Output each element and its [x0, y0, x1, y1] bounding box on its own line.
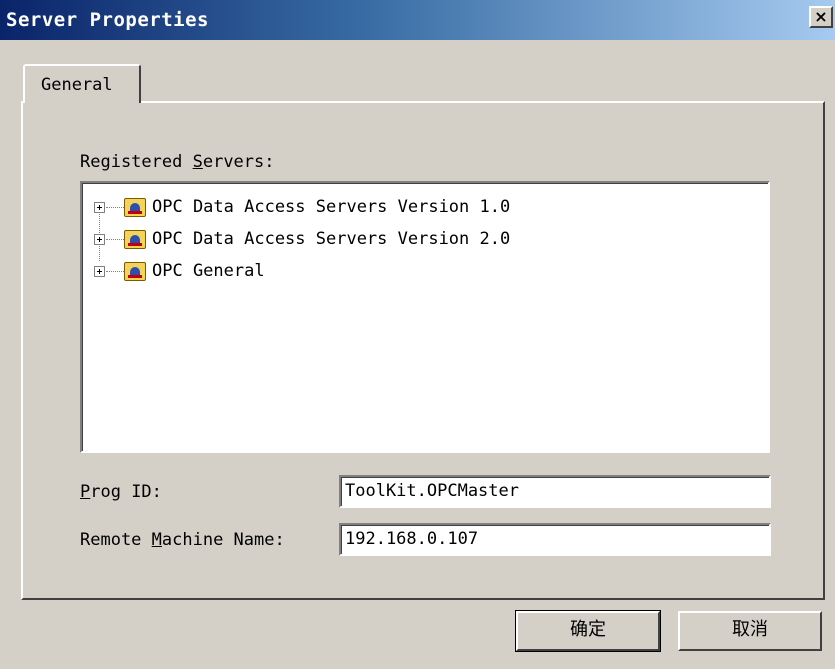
tree-dotted-line: [106, 207, 124, 208]
tree-item-label: OPC Data Access Servers Version 1.0: [152, 197, 511, 217]
server-folder-icon: [124, 262, 146, 281]
tree-dotted-line: [106, 239, 124, 240]
registered-servers-label: Registered Servers:: [80, 152, 275, 172]
close-icon: ×: [814, 7, 828, 26]
title-bar: Server Properties: [0, 0, 835, 40]
tree-item-label: OPC Data Access Servers Version 2.0: [152, 229, 511, 249]
registered-servers-tree[interactable]: OPC Data Access Servers Version 1.0 OPC …: [80, 181, 770, 453]
cancel-button[interactable]: 取消: [678, 611, 822, 651]
server-folder-icon: [124, 230, 146, 249]
expand-icon[interactable]: [94, 266, 105, 277]
prog-id-field[interactable]: ToolKit.OPCMaster: [339, 475, 771, 508]
expand-icon[interactable]: [94, 234, 105, 245]
server-folder-icon: [124, 198, 146, 217]
tree-item-label: OPC General: [152, 261, 265, 281]
window-title: Server Properties: [6, 9, 209, 31]
ok-button[interactable]: 确定: [515, 610, 661, 652]
remote-machine-name-field[interactable]: 192.168.0.107: [339, 523, 771, 556]
close-button[interactable]: ×: [809, 6, 833, 28]
tab-general[interactable]: General: [23, 64, 141, 103]
prog-id-label: Prog ID:: [80, 482, 162, 502]
tree-dotted-line: [106, 271, 124, 272]
remote-machine-name-label: Remote Machine Name:: [80, 530, 285, 550]
expand-icon[interactable]: [94, 202, 105, 213]
tab-general-label: General: [41, 75, 113, 95]
